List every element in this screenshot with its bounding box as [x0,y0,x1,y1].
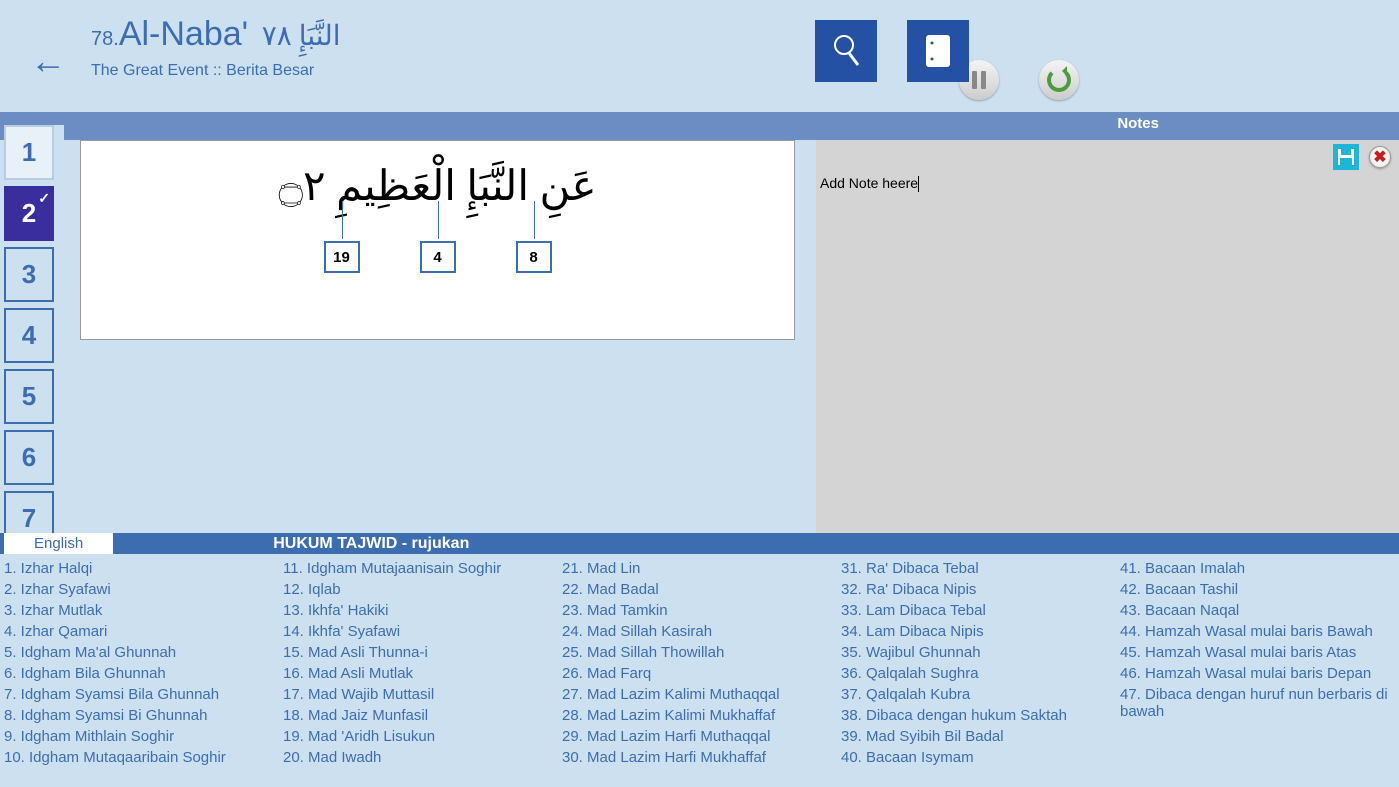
pin-button[interactable] [815,20,877,82]
reference-link[interactable]: 1. Izhar Halqi [4,558,283,579]
header: ← 78.Al-Naba' النَّبَإِ ٧٨ The Great Eve… [0,0,1399,112]
reference-header: English HUKUM TAJWID - rujukan [0,533,1399,554]
reference-link[interactable]: 7. Idgham Syamsi Bila Ghunnah [4,684,283,705]
reference-link[interactable]: 10. Idgham Mutaqaaribain Soghir [4,747,283,768]
reference-link[interactable]: 9. Idgham Mithlain Soghir [4,726,283,747]
reference-column: 31. Ra' Dibaca Tebal32. Ra' Dibaca Nipis… [841,558,1120,787]
subtitle: The Great Event :: Berita Besar [91,62,341,80]
reference-link[interactable]: 27. Mad Lazim Kalimi Muthaqqal [562,684,841,705]
reference-link[interactable]: 44. Hamzah Wasal mulai baris Bawah [1120,621,1399,642]
reference-link[interactable]: 33. Lam Dibaca Tebal [841,600,1120,621]
verse-tab-6[interactable]: 6 [4,430,54,485]
verse-tab-3[interactable]: 3 [4,247,54,302]
reference-link[interactable]: 39. Mad Syibih Bil Badal [841,726,1120,747]
reference-link[interactable]: 21. Mad Lin [562,558,841,579]
reference-link[interactable]: 43. Bacaan Naqal [1120,600,1399,621]
reference-grid: 1. Izhar Halqi2. Izhar Syafawi3. Izhar M… [0,554,1399,787]
refresh-button[interactable] [1039,60,1079,100]
note-button[interactable] [907,20,969,82]
title-block: 78.Al-Naba' النَّبَإِ ٧٨ The Great Event… [91,15,341,80]
verse-nav: 12✓34567 [4,125,64,552]
reference-link[interactable]: 12. Iqlab [283,579,562,600]
reference-link[interactable]: 14. Ikhfa' Syafawi [283,621,562,642]
reference-link[interactable]: 11. Idgham Mutajaanisain Soghir [283,558,562,579]
reference-link[interactable]: 29. Mad Lazim Harfi Muthaqqal [562,726,841,747]
verse-tab-5[interactable]: 5 [4,369,54,424]
reference-link[interactable]: 16. Mad Asli Mutlak [283,663,562,684]
reference-link[interactable]: 6. Idgham Bila Ghunnah [4,663,283,684]
reference-link[interactable]: 30. Mad Lazim Harfi Mukhaffaf [562,747,841,768]
verse-tab-1[interactable]: 1 [4,125,54,180]
notes-panel: ✖ Add Note heere [816,140,1399,533]
section-strip: Notes [0,112,1399,140]
pause-icon [972,71,986,89]
save-icon [1337,148,1355,166]
surah-arabic-name: النَّبَإِ ٧٨ [262,19,341,53]
reference-link[interactable]: 35. Wajibul Ghunnah [841,642,1120,663]
reference-link[interactable]: 40. Bacaan Isymam [841,747,1120,768]
reference-link[interactable]: 41. Bacaan Imalah [1120,558,1399,579]
reference-link[interactable]: 42. Bacaan Tashil [1120,579,1399,600]
reference-link[interactable]: 15. Mad Asli Thunna-i [283,642,562,663]
tajwid-marker[interactable]: 4 [420,241,456,273]
back-arrow-icon[interactable]: ← [30,40,66,82]
notes-panel-title: Notes [1117,115,1159,132]
close-note-button[interactable]: ✖ [1369,146,1391,168]
tajwid-marker[interactable]: 19 [324,241,360,273]
reference-link[interactable]: 26. Mad Farq [562,663,841,684]
reference-title: HUKUM TAJWID - rujukan [273,535,469,553]
reference-link[interactable]: 23. Mad Tamkin [562,600,841,621]
reference-link[interactable]: 46. Hamzah Wasal mulai baris Depan [1120,663,1399,684]
reference-link[interactable]: 17. Mad Wajib Muttasil [283,684,562,705]
reference-link[interactable]: 47. Dibaca dengan huruf nun berbaris di … [1120,684,1399,722]
language-tab[interactable]: English [4,533,113,554]
surah-number: 78. [91,28,119,50]
reference-link[interactable]: 37. Qalqalah Kubra [841,684,1120,705]
note-icon [918,31,958,71]
close-icon: ✖ [1373,147,1386,167]
reference-link[interactable]: 31. Ra' Dibaca Tebal [841,558,1120,579]
action-tiles [815,20,969,82]
reference-link[interactable]: 3. Izhar Mutlak [4,600,283,621]
verse-tab-2[interactable]: 2✓ [4,186,54,241]
reference-link[interactable]: 38. Dibaca dengan hukum Saktah [841,705,1120,726]
reference-link[interactable]: 36. Qalqalah Sughra [841,663,1120,684]
pin-icon [826,31,866,71]
refresh-icon [1047,68,1071,92]
note-input[interactable]: Add Note heere [820,175,919,192]
reference-link[interactable]: 24. Mad Sillah Kasirah [562,621,841,642]
reference-column: 1. Izhar Halqi2. Izhar Syafawi3. Izhar M… [4,558,283,787]
reference-link[interactable]: 5. Idgham Ma'al Ghunnah [4,642,283,663]
tajwid-markers: 1948 [81,221,794,273]
reference-link[interactable]: 34. Lam Dibaca Nipis [841,621,1120,642]
page-title: 78.Al-Naba' النَّبَإِ ٧٨ [91,15,341,54]
reference-link[interactable]: 22. Mad Badal [562,579,841,600]
verse-panel: عَنِ النَّبَإِ الْعَظِيمِ ۝٢ 1948 [80,140,795,340]
reference-link[interactable]: 8. Idgham Syamsi Bi Ghunnah [4,705,283,726]
tajwid-marker[interactable]: 8 [516,241,552,273]
notes-toolbar: ✖ [1333,144,1391,170]
reference-link[interactable]: 32. Ra' Dibaca Nipis [841,579,1120,600]
reference-link[interactable]: 18. Mad Jaiz Munfasil [283,705,562,726]
reference-link[interactable]: 20. Mad Iwadh [283,747,562,768]
verse-tab-4[interactable]: 4 [4,308,54,363]
reference-link[interactable]: 13. Ikhfa' Hakiki [283,600,562,621]
playback-controls [959,60,1079,100]
reference-link[interactable]: 25. Mad Sillah Thowillah [562,642,841,663]
save-note-button[interactable] [1333,144,1359,170]
reference-column: 21. Mad Lin22. Mad Badal23. Mad Tamkin24… [562,558,841,787]
reference-column: 11. Idgham Mutajaanisain Soghir12. Iqlab… [283,558,562,787]
reference-link[interactable]: 19. Mad 'Aridh Lisukun [283,726,562,747]
check-icon: ✓ [38,190,50,207]
surah-name: Al-Naba' [119,15,248,53]
reference-column: 41. Bacaan Imalah42. Bacaan Tashil43. Ba… [1120,558,1399,787]
reference-link[interactable]: 45. Hamzah Wasal mulai baris Atas [1120,642,1399,663]
reference-link[interactable]: 4. Izhar Qamari [4,621,283,642]
reference-link[interactable]: 28. Mad Lazim Kalimi Mukhaffaf [562,705,841,726]
reference-link[interactable]: 2. Izhar Syafawi [4,579,283,600]
